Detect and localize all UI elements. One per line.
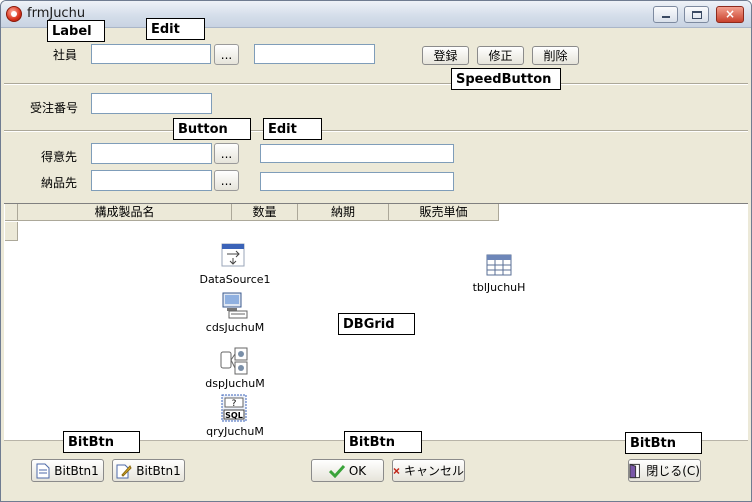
window-title: frmJuchu (27, 6, 86, 21)
annotation-bitbtn-left: BitBtn (63, 431, 140, 453)
grid-column-header[interactable]: 販売単価 (389, 204, 499, 221)
tokuisaki-lookup-button[interactable]: ... (214, 143, 239, 164)
modify-speedbutton[interactable]: 修正 (477, 46, 524, 65)
nohinsaki-label: 納品先 (41, 176, 78, 190)
grid-column-header[interactable]: 構成製品名 (18, 204, 232, 221)
shain-label: 社員 (53, 48, 78, 62)
svg-text:?: ? (232, 399, 237, 409)
tokuisaki-name-input[interactable] (260, 144, 454, 163)
grid-corner-cell (5, 204, 18, 221)
delete-speedbutton[interactable]: 削除 (532, 46, 579, 65)
datasource-label: DataSource1 (199, 273, 271, 286)
datasource-icon[interactable] (219, 242, 249, 272)
table-icon[interactable] (484, 250, 514, 280)
bitbtn1-a[interactable]: BitBtn1 (31, 459, 104, 482)
annotation-label: Label (47, 20, 105, 42)
minimize-button[interactable] (653, 6, 678, 23)
annotation-bitbtn-right: BitBtn (625, 432, 702, 454)
ok-label: OK (348, 463, 367, 478)
separator-2 (4, 130, 748, 132)
edit-document-icon (116, 464, 132, 478)
separator-1 (4, 83, 748, 85)
check-icon (328, 464, 345, 478)
annotation-edit-mid: Edit (263, 118, 322, 140)
close-icon: × (724, 7, 736, 21)
nohinsaki-lookup-button[interactable]: ... (214, 170, 239, 191)
close-label: 閉じる(C) (646, 464, 700, 478)
app-icon[interactable] (6, 6, 22, 22)
grid-column-header[interactable]: 納期 (298, 204, 389, 221)
datasetprovider-icon[interactable] (219, 346, 249, 376)
maximize-icon (692, 11, 702, 19)
clientdataset-icon[interactable] (219, 290, 249, 320)
annotation-bitbtn-mid: BitBtn (344, 431, 422, 453)
sqlquery-icon[interactable]: ? SQL (219, 393, 249, 423)
annotation-dbgrid: DBGrid (338, 313, 415, 335)
document-icon (36, 463, 50, 478)
ok-button[interactable]: OK (311, 459, 384, 482)
close-window-button[interactable]: × (716, 6, 744, 23)
svg-text:SQL: SQL (225, 411, 243, 420)
cancel-button[interactable]: キャンセル (392, 459, 465, 482)
juchu-no-label: 受注番号 (30, 101, 79, 115)
register-speedbutton[interactable]: 登録 (422, 46, 469, 65)
dsp-label: dspJuchuM (205, 377, 265, 390)
tbl-label: tblJuchuH (472, 281, 526, 294)
nohinsaki-name-input[interactable] (260, 172, 454, 191)
nohinsaki-code-input[interactable] (91, 170, 212, 191)
cds-label: cdsJuchuM (205, 321, 265, 334)
bitbtn1-a-label: BitBtn1 (54, 463, 99, 478)
shain-name-input[interactable] (254, 44, 375, 64)
bitbtn1-b-label: BitBtn1 (136, 463, 181, 478)
qry-label: qryJuchuM (206, 425, 264, 438)
grid-column-header[interactable]: 数量 (232, 204, 298, 221)
grid-row-indicator[interactable] (5, 222, 18, 241)
juchu-no-input[interactable] (91, 93, 212, 114)
close-button[interactable]: 閉じる(C) (628, 459, 701, 482)
cancel-label: キャンセル (403, 464, 464, 478)
cancel-x-icon (393, 467, 400, 474)
shain-code-input[interactable] (91, 44, 211, 64)
annotation-button: Button (173, 118, 251, 140)
title-bar[interactable] (1, 1, 751, 28)
tokuisaki-label: 得意先 (41, 150, 78, 164)
annotation-speedbutton: SpeedButton (451, 68, 561, 90)
minimize-icon (662, 16, 670, 18)
tokuisaki-code-input[interactable] (91, 143, 212, 164)
shain-lookup-button[interactable]: ... (214, 44, 239, 65)
maximize-button[interactable] (684, 6, 709, 23)
annotation-edit-top: Edit (146, 18, 205, 40)
bitbtn1-b[interactable]: BitBtn1 (112, 459, 185, 482)
door-icon (629, 463, 640, 478)
